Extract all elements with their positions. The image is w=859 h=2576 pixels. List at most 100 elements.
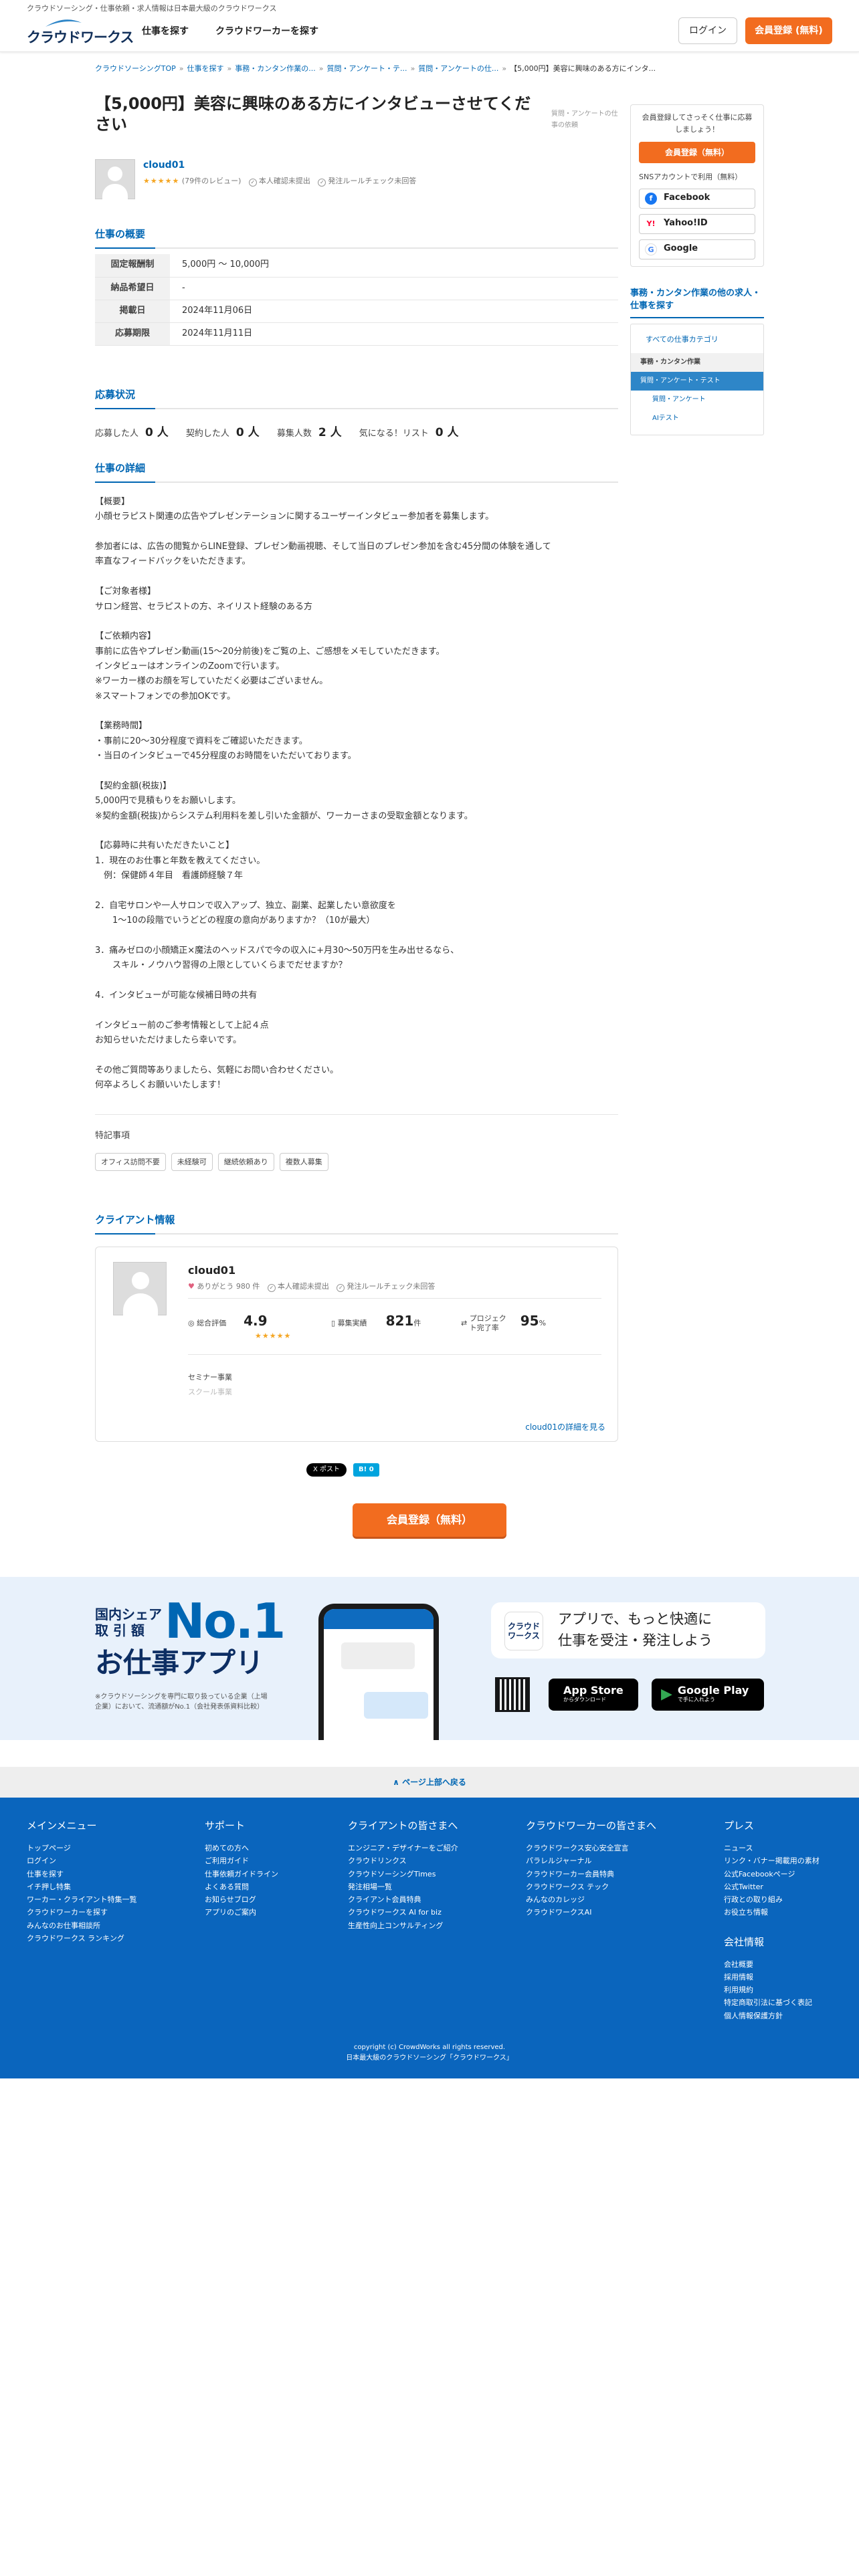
copyright-line: copyright (c) CrowdWorks all rights rese… <box>353 2044 506 2051</box>
all-categories-link[interactable]: すべての仕事カテゴリ <box>631 334 763 346</box>
signup-promo-box: 会員登録してさっそく仕事に応募しましょう！ 会員登録（無料） SNSアカウントで… <box>630 104 764 267</box>
sidebar-signup-button[interactable]: 会員登録（無料） <box>639 142 755 164</box>
identity-check-icon: ✓ <box>267 1284 276 1292</box>
footer-link[interactable]: クラウドリンクス <box>348 1854 458 1867</box>
footer-link[interactable]: クラウドソーシングTimes <box>348 1868 458 1881</box>
footer-link[interactable]: イチ押し特集 <box>27 1881 137 1893</box>
back-to-top-link[interactable]: ∧ ページ上部へ戻る <box>0 1767 859 1798</box>
table-row: 応募期限 2024年11月11日 <box>95 322 618 346</box>
login-button[interactable]: ログイン <box>678 17 737 44</box>
special-tag: オフィス訪問不要 <box>95 1152 166 1172</box>
footer-link[interactable]: リンク・バナー掲載用の素材 <box>724 1854 820 1867</box>
footer-link[interactable]: クライアント会員特典 <box>348 1893 458 1906</box>
app-store-button[interactable]: App Store からダウンロード <box>549 1679 638 1711</box>
footer-link[interactable]: みんなのカレッジ <box>526 1893 656 1906</box>
footer-link[interactable]: クラウドワークス安心安全宣言 <box>526 1842 656 1854</box>
orders-label: 募集実績 <box>337 1319 367 1327</box>
signup-button[interactable]: 会員登録 (無料) <box>745 17 832 44</box>
client-meta: ★★★★★ (79件のレビュー) ✓ 本人確認未提出 ✓ 発注ルールチェック未回答 <box>143 175 416 187</box>
client-card-name[interactable]: cloud01 <box>188 1262 235 1279</box>
footer-link[interactable]: 利用規約 <box>724 1983 820 1996</box>
category-subitem[interactable]: AIテスト <box>631 409 763 428</box>
breadcrumb-item[interactable]: 仕事を探す <box>187 64 224 73</box>
footer-link[interactable]: ログイン <box>27 1854 137 1867</box>
footer-link[interactable]: よくある質問 <box>205 1881 278 1893</box>
nav-find-workers[interactable]: クラウドワーカーを探す <box>215 24 318 39</box>
breadcrumb-item[interactable]: 事務・カンタン作業の... <box>235 64 316 73</box>
google-login-button[interactable]: G Google <box>639 239 755 259</box>
facebook-login-button[interactable]: f Facebook <box>639 188 755 209</box>
footer-link[interactable]: ニュース <box>724 1842 820 1854</box>
footer-heading: クラウドワーカーの皆さまへ <box>526 1820 657 1832</box>
footer-link[interactable]: クラウドワークス AI for biz <box>348 1906 458 1919</box>
detail-section: 仕事の詳細 【概要】 小顔セラピスト関連の広告やプレゼンテーションに関するユーザ… <box>95 460 618 1093</box>
footer-link[interactable]: 初めての方へ <box>205 1842 278 1854</box>
footer-link[interactable]: クラウドワーカーを探す <box>27 1906 137 1919</box>
footer-link[interactable]: 個人情報保護方針 <box>724 2010 820 2022</box>
footer-link[interactable]: 生産性向上コンサルティング <box>348 1919 458 1932</box>
job-category[interactable]: 質問・アンケートの仕事の依頼 <box>551 108 618 131</box>
yahoo-login-button[interactable]: Y! Yahoo!ID <box>639 213 755 234</box>
client-avatar-large[interactable] <box>113 1262 167 1316</box>
footer-link[interactable]: 発注相場一覧 <box>348 1881 458 1893</box>
footer-heading: メインメニュー <box>27 1820 97 1832</box>
completion-value: 95 <box>520 1313 539 1329</box>
footer-link[interactable]: クラウドワーカー会員特典 <box>526 1868 656 1881</box>
google-play-sub: で手に入れよう <box>677 1697 715 1703</box>
footer-link[interactable]: 採用情報 <box>724 1971 820 1983</box>
breadcrumb-item[interactable]: クラウドソーシングTOP <box>95 64 176 73</box>
contracted-label: 契約した人 <box>185 429 229 439</box>
client-info-heading: クライアント情報 <box>95 1212 618 1235</box>
orders-unit: 件 <box>413 1319 421 1327</box>
thanks-count: ありがとう 980 件 <box>197 1282 260 1291</box>
footer-link[interactable]: みんなのお仕事相談所 <box>27 1919 137 1932</box>
client-info-section: クライアント情報 <box>95 1212 618 1235</box>
footer-link[interactable]: ご利用ガイド <box>205 1854 278 1867</box>
footer-link[interactable]: 仕事を探す <box>27 1868 137 1881</box>
category-subitem[interactable]: 質問・アンケート <box>631 391 763 409</box>
client-avatar[interactable] <box>95 159 135 200</box>
row-label: 掲載日 <box>95 300 170 323</box>
client-detail-link[interactable]: cloud01の詳細を見る <box>525 1421 605 1434</box>
table-row: 固定報酬制 5,000円 〜 10,000円 <box>95 254 618 278</box>
hatena-bookmark-button[interactable]: B! 0 <box>353 1463 379 1477</box>
footer-link[interactable]: お役立ち情報 <box>724 1906 820 1919</box>
facebook-icon: f <box>645 192 657 205</box>
app-title: お仕事アプリ <box>95 1646 264 1679</box>
google-play-button[interactable]: ▶ Google Play で手に入れよう <box>652 1679 764 1711</box>
register-cta-button[interactable]: 会員登録（無料） <box>353 1503 506 1537</box>
footer-link[interactable]: クラウドワークス ランキング <box>27 1932 137 1945</box>
footer-link[interactable]: 公式Facebookページ <box>724 1868 820 1881</box>
row-value: - <box>170 277 618 300</box>
qr-code-icon <box>495 1677 530 1712</box>
overview-table: 固定報酬制 5,000円 〜 10,000円 納品希望日 - 掲載日 2024年11月… <box>95 254 618 346</box>
client-name-link[interactable]: cloud01 <box>143 158 185 173</box>
site-header: クラウドソーシング・仕事依頼・求人情報は日本最大級のクラウドワークス クラウドワ… <box>0 0 859 52</box>
footer-link[interactable]: お知らせブログ <box>205 1893 278 1906</box>
footer-link[interactable]: 公式Twitter <box>724 1881 820 1893</box>
footer-link[interactable]: 会社概要 <box>724 1958 820 1971</box>
footer-link[interactable]: ワーカー・クライアント特集一覧 <box>27 1893 137 1906</box>
footer-link[interactable]: 特定商取引法に基づく表記 <box>724 1996 820 2009</box>
crowdworks-logo[interactable]: クラウドワークス <box>27 16 134 45</box>
nav-find-jobs[interactable]: 仕事を探す <box>142 24 189 39</box>
footer-link[interactable]: エンジニア・デザイナーをご紹介 <box>348 1842 458 1854</box>
footer-link[interactable]: 仕事依頼ガイドライン <box>205 1868 278 1881</box>
category-item[interactable]: 事務・カンタン作業 <box>631 353 763 372</box>
footer-link[interactable]: クラウドワークスAI <box>526 1906 656 1919</box>
breadcrumb-item[interactable]: 質問・アンケートの仕... <box>418 64 498 73</box>
footer-link[interactable]: クラウドワークス テック <box>526 1881 656 1893</box>
overview-heading: 仕事の概要 <box>95 226 618 249</box>
footer-link[interactable]: トップページ <box>27 1842 137 1854</box>
medal-icon: ◎ <box>188 1319 195 1327</box>
footer-link[interactable]: アプリのご案内 <box>205 1906 278 1919</box>
footer-link[interactable]: 行政との取り組み <box>724 1893 820 1906</box>
review-count[interactable]: (79件のレビュー) <box>182 177 242 185</box>
footer-col-main: メインメニュー トップページ ログイン 仕事を探す イチ押し特集 ワーカー・クライアント… <box>27 1818 137 1945</box>
category-item-active[interactable]: 質問・アンケート・テスト <box>631 372 763 391</box>
x-post-button[interactable]: X ポスト <box>306 1463 347 1477</box>
footer-link[interactable]: パラレルジャーナル <box>526 1854 656 1867</box>
breadcrumb-item[interactable]: 質問・アンケート・テ... <box>327 64 407 73</box>
yahoo-icon: Y! <box>645 217 657 230</box>
speech-line2: 仕事を受注・発注しよう <box>558 1632 712 1648</box>
